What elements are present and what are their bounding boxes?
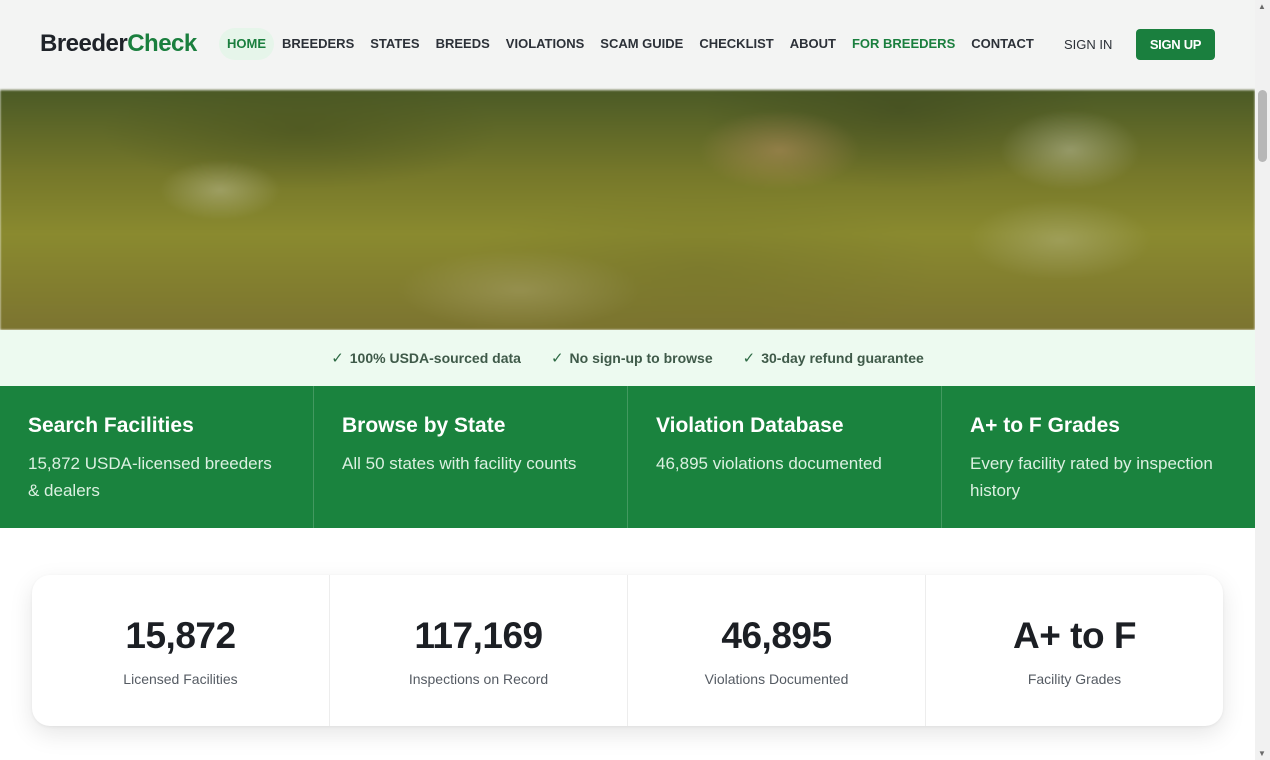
- brand-logo[interactable]: BreederCheck: [40, 30, 197, 58]
- stats-panel: 15,872 Licensed Facilities 117,169 Inspe…: [32, 575, 1223, 726]
- nav-checklist[interactable]: CHECKLIST: [691, 28, 781, 60]
- trust-item: ✓ 30-day refund guarantee: [743, 349, 924, 367]
- checkmark-icon: ✓: [742, 350, 756, 367]
- trust-item-text: 30-day refund guarantee: [761, 350, 924, 366]
- hero-image: [0, 90, 1255, 330]
- nav-breeds[interactable]: BREEDS: [428, 28, 498, 60]
- brand-name-part1: Breeder: [40, 30, 128, 57]
- stat-grades: A+ to F Facility Grades: [926, 575, 1223, 726]
- scrollbar-thumb[interactable]: [1258, 90, 1267, 162]
- checkmark-icon: ✓: [550, 350, 564, 367]
- feature-description: 46,895 violations documented: [656, 454, 882, 473]
- brand-name-part2: Check: [127, 30, 197, 57]
- scroll-down-arrow-icon[interactable]: ▼: [1258, 749, 1266, 758]
- feature-grades[interactable]: A+ to F Grades Every facility rated by i…: [942, 386, 1255, 528]
- site-header: BreederCheck HOME BREEDERS STATES BREEDS…: [0, 0, 1255, 90]
- stat-value: 46,895: [721, 615, 832, 656]
- feature-title: Browse by State: [342, 414, 506, 437]
- feature-title: Search Facilities: [28, 414, 194, 437]
- trust-item-text: No sign-up to browse: [569, 350, 713, 366]
- trust-item: ✓ No sign-up to browse: [551, 349, 713, 367]
- stat-value: 15,872: [125, 615, 236, 656]
- trust-item-text: 100% USDA-sourced data: [349, 350, 521, 366]
- feature-title: A+ to F Grades: [970, 414, 1120, 437]
- stat-label: Violations Documented: [704, 671, 849, 687]
- page-scrollbar[interactable]: ▲ ▼: [1255, 0, 1270, 760]
- stat-label: Inspections on Record: [408, 671, 549, 687]
- trust-item: ✓ 100% USDA-sourced data: [331, 349, 521, 367]
- feature-description: 15,872 USDA-licensed breeders & dealers: [28, 454, 272, 500]
- checkmark-icon: ✓: [331, 350, 344, 367]
- sign-in-link[interactable]: SIGN IN: [1064, 37, 1112, 52]
- nav-scam-guide[interactable]: SCAM GUIDE: [592, 28, 691, 60]
- nav-breeders[interactable]: BREEDERS: [274, 28, 362, 60]
- nav-about[interactable]: ABOUT: [782, 28, 844, 60]
- nav-states[interactable]: STATES: [362, 28, 427, 60]
- feature-browse-by-state[interactable]: Browse by State All 50 states with facil…: [314, 386, 628, 528]
- stat-label: Facility Grades: [1027, 671, 1122, 687]
- feature-cards: Search Facilities 15,872 USDA-licensed b…: [0, 386, 1255, 528]
- nav-for-breeders[interactable]: FOR BREEDERS: [844, 28, 963, 60]
- feature-title: Violation Database: [656, 414, 844, 437]
- stat-value: 117,169: [414, 615, 543, 656]
- sign-up-button[interactable]: SIGN UP: [1136, 29, 1215, 60]
- scroll-up-arrow-icon[interactable]: ▲: [1258, 2, 1266, 11]
- feature-search-facilities[interactable]: Search Facilities 15,872 USDA-licensed b…: [0, 386, 314, 528]
- main-nav: HOME BREEDERS STATES BREEDS VIOLATIONS S…: [219, 28, 1042, 60]
- stat-value: A+ to F: [1013, 615, 1136, 656]
- stat-label: Licensed Facilities: [123, 671, 238, 687]
- stat-inspections: 117,169 Inspections on Record: [330, 575, 628, 726]
- nav-home[interactable]: HOME: [219, 28, 274, 60]
- nav-contact[interactable]: CONTACT: [963, 28, 1042, 60]
- feature-description: All 50 states with facility counts: [342, 454, 577, 473]
- stat-violations: 46,895 Violations Documented: [628, 575, 926, 726]
- nav-violations[interactable]: VIOLATIONS: [498, 28, 592, 60]
- feature-description: Every facility rated by inspection histo…: [970, 454, 1213, 500]
- stat-licensed-facilities: 15,872 Licensed Facilities: [32, 575, 330, 726]
- trust-bar: ✓ 100% USDA-sourced data ✓ No sign-up to…: [0, 330, 1255, 386]
- feature-violation-database[interactable]: Violation Database 46,895 violations doc…: [628, 386, 942, 528]
